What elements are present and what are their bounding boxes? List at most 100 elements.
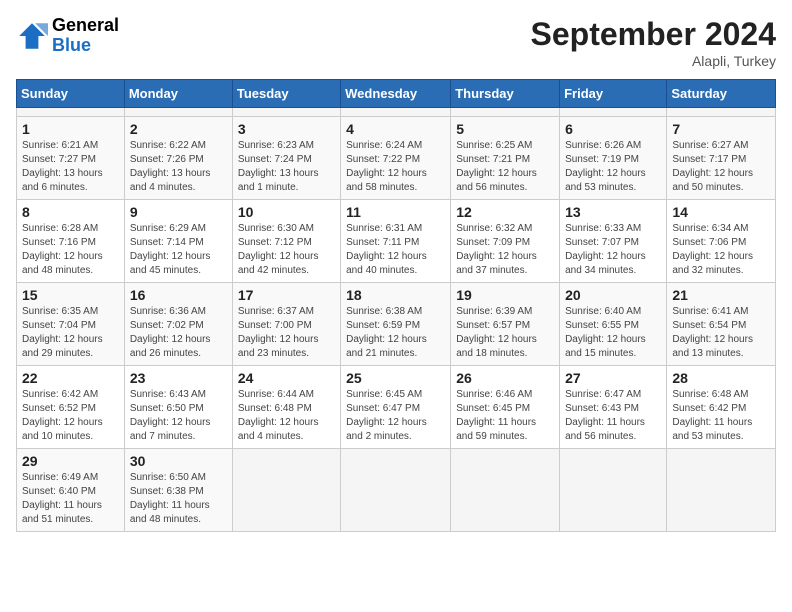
day-info: Sunrise: 6:43 AMSunset: 6:50 PMDaylight:… bbox=[130, 388, 227, 444]
calendar-week-row bbox=[17, 108, 776, 117]
day-number: 23 bbox=[130, 370, 227, 386]
calendar-day-cell: 2 Sunrise: 6:22 AMSunset: 7:26 PMDaylight… bbox=[124, 117, 232, 200]
day-number: 8 bbox=[22, 204, 119, 220]
calendar-day-cell: 25Sunrise: 6:45 AMSunset: 6:47 PMDayligh… bbox=[341, 366, 451, 449]
day-number: 17 bbox=[238, 287, 335, 303]
day-info: Sunrise: 6:25 AMSunset: 7:21 PMDaylight:… bbox=[456, 139, 554, 195]
day-info: Sunrise: 6:21 AMSunset: 7:27 PMDaylight:… bbox=[22, 139, 119, 195]
calendar-day-cell bbox=[451, 108, 560, 117]
day-number: 28 bbox=[672, 370, 770, 386]
calendar-week-row: 22 Sunrise: 6:42 AMSunset: 6:52 PMDayligh… bbox=[17, 366, 776, 449]
calendar-day-cell: 24 Sunrise: 6:44 AMSunset: 6:48 PMDayligh… bbox=[232, 366, 340, 449]
day-number: 22 bbox=[22, 370, 119, 386]
day-info: Sunrise: 6:39 AMSunset: 6:57 PMDaylight:… bbox=[456, 305, 554, 361]
calendar-day-cell: 13Sunrise: 6:33 AMSunset: 7:07 PMDayligh… bbox=[560, 200, 667, 283]
day-info: Sunrise: 6:40 AMSunset: 6:55 PMDaylight:… bbox=[565, 305, 661, 361]
day-info: Sunrise: 6:29 AMSunset: 7:14 PMDaylight:… bbox=[130, 222, 227, 278]
day-number: 2 bbox=[130, 121, 227, 137]
day-info: Sunrise: 6:42 AMSunset: 6:52 PMDaylight:… bbox=[22, 388, 119, 444]
calendar-day-cell: 4 Sunrise: 6:24 AMSunset: 7:22 PMDaylight… bbox=[341, 117, 451, 200]
calendar-day-cell: 9 Sunrise: 6:29 AMSunset: 7:14 PMDaylight… bbox=[124, 200, 232, 283]
day-info: Sunrise: 6:38 AMSunset: 6:59 PMDaylight:… bbox=[346, 305, 445, 361]
day-number: 6 bbox=[565, 121, 661, 137]
calendar-day-cell: 29Sunrise: 6:49 AMSunset: 6:40 PMDayligh… bbox=[17, 449, 125, 532]
logo-blue-text: Blue bbox=[52, 36, 119, 56]
day-number: 19 bbox=[456, 287, 554, 303]
day-info: Sunrise: 6:49 AMSunset: 6:40 PMDaylight:… bbox=[22, 471, 119, 527]
calendar-day-cell: 11 Sunrise: 6:31 AMSunset: 7:11 PMDayligh… bbox=[341, 200, 451, 283]
calendar-day-cell: 20 Sunrise: 6:40 AMSunset: 6:55 PMDayligh… bbox=[560, 283, 667, 366]
day-number: 4 bbox=[346, 121, 445, 137]
day-number: 20 bbox=[565, 287, 661, 303]
calendar-day-cell: 26Sunrise: 6:46 AMSunset: 6:45 PMDayligh… bbox=[451, 366, 560, 449]
calendar-week-row: 29Sunrise: 6:49 AMSunset: 6:40 PMDayligh… bbox=[17, 449, 776, 532]
day-number: 24 bbox=[238, 370, 335, 386]
day-number: 1 bbox=[22, 121, 119, 137]
day-of-week-header: Wednesday bbox=[341, 80, 451, 108]
day-info: Sunrise: 6:46 AMSunset: 6:45 PMDaylight:… bbox=[456, 388, 554, 444]
calendar-week-row: 8 Sunrise: 6:28 AMSunset: 7:16 PMDaylight… bbox=[17, 200, 776, 283]
calendar-day-cell: 21Sunrise: 6:41 AMSunset: 6:54 PMDayligh… bbox=[667, 283, 776, 366]
logo-icon bbox=[16, 20, 48, 52]
calendar-day-cell bbox=[124, 108, 232, 117]
calendar-day-cell: 10Sunrise: 6:30 AMSunset: 7:12 PMDayligh… bbox=[232, 200, 340, 283]
calendar-day-cell: 16 Sunrise: 6:36 AMSunset: 7:02 PMDayligh… bbox=[124, 283, 232, 366]
location-text: Alapli, Turkey bbox=[531, 53, 776, 69]
day-info: Sunrise: 6:23 AMSunset: 7:24 PMDaylight:… bbox=[238, 139, 335, 195]
day-info: Sunrise: 6:32 AMSunset: 7:09 PMDaylight:… bbox=[456, 222, 554, 278]
calendar-day-cell: 15 Sunrise: 6:35 AMSunset: 7:04 PMDayligh… bbox=[17, 283, 125, 366]
day-info: Sunrise: 6:48 AMSunset: 6:42 PMDaylight:… bbox=[672, 388, 770, 444]
day-info: Sunrise: 6:36 AMSunset: 7:02 PMDaylight:… bbox=[130, 305, 227, 361]
day-number: 16 bbox=[130, 287, 227, 303]
calendar-header-row: SundayMondayTuesdayWednesdayThursdayFrid… bbox=[17, 80, 776, 108]
day-info: Sunrise: 6:45 AMSunset: 6:47 PMDaylight:… bbox=[346, 388, 445, 444]
calendar-day-cell: 6Sunrise: 6:26 AMSunset: 7:19 PMDaylight… bbox=[560, 117, 667, 200]
day-number: 5 bbox=[456, 121, 554, 137]
day-of-week-header: Thursday bbox=[451, 80, 560, 108]
calendar-day-cell bbox=[451, 449, 560, 532]
calendar-day-cell: 18 Sunrise: 6:38 AMSunset: 6:59 PMDayligh… bbox=[341, 283, 451, 366]
calendar-day-cell: 23 Sunrise: 6:43 AMSunset: 6:50 PMDayligh… bbox=[124, 366, 232, 449]
logo-general-text: General bbox=[52, 16, 119, 36]
day-number: 3 bbox=[238, 121, 335, 137]
calendar-day-cell: 17 Sunrise: 6:37 AMSunset: 7:00 PMDayligh… bbox=[232, 283, 340, 366]
day-info: Sunrise: 6:31 AMSunset: 7:11 PMDaylight:… bbox=[346, 222, 445, 278]
day-info: Sunrise: 6:30 AMSunset: 7:12 PMDaylight:… bbox=[238, 222, 335, 278]
calendar-week-row: 1 Sunrise: 6:21 AMSunset: 7:27 PMDaylight… bbox=[17, 117, 776, 200]
calendar-day-cell: 12Sunrise: 6:32 AMSunset: 7:09 PMDayligh… bbox=[451, 200, 560, 283]
day-info: Sunrise: 6:37 AMSunset: 7:00 PMDaylight:… bbox=[238, 305, 335, 361]
calendar-day-cell bbox=[232, 108, 340, 117]
day-number: 15 bbox=[22, 287, 119, 303]
day-info: Sunrise: 6:22 AMSunset: 7:26 PMDaylight:… bbox=[130, 139, 227, 195]
calendar-table: SundayMondayTuesdayWednesdayThursdayFrid… bbox=[16, 79, 776, 532]
day-of-week-header: Friday bbox=[560, 80, 667, 108]
day-of-week-header: Tuesday bbox=[232, 80, 340, 108]
title-block: September 2024 Alapli, Turkey bbox=[531, 16, 776, 69]
day-info: Sunrise: 6:28 AMSunset: 7:16 PMDaylight:… bbox=[22, 222, 119, 278]
day-number: 11 bbox=[346, 204, 445, 220]
day-info: Sunrise: 6:24 AMSunset: 7:22 PMDaylight:… bbox=[346, 139, 445, 195]
day-of-week-header: Monday bbox=[124, 80, 232, 108]
day-info: Sunrise: 6:44 AMSunset: 6:48 PMDaylight:… bbox=[238, 388, 335, 444]
day-number: 27 bbox=[565, 370, 661, 386]
calendar-week-row: 15 Sunrise: 6:35 AMSunset: 7:04 PMDayligh… bbox=[17, 283, 776, 366]
day-of-week-header: Saturday bbox=[667, 80, 776, 108]
day-number: 13 bbox=[565, 204, 661, 220]
calendar-day-cell bbox=[232, 449, 340, 532]
calendar-day-cell: 1 Sunrise: 6:21 AMSunset: 7:27 PMDaylight… bbox=[17, 117, 125, 200]
day-number: 18 bbox=[346, 287, 445, 303]
calendar-day-cell: 14Sunrise: 6:34 AMSunset: 7:06 PMDayligh… bbox=[667, 200, 776, 283]
calendar-day-cell: 28 Sunrise: 6:48 AMSunset: 6:42 PMDayligh… bbox=[667, 366, 776, 449]
day-info: Sunrise: 6:35 AMSunset: 7:04 PMDaylight:… bbox=[22, 305, 119, 361]
calendar-day-cell: 27 Sunrise: 6:47 AMSunset: 6:43 PMDayligh… bbox=[560, 366, 667, 449]
calendar-day-cell bbox=[560, 108, 667, 117]
calendar-day-cell: 5 Sunrise: 6:25 AMSunset: 7:21 PMDaylight… bbox=[451, 117, 560, 200]
calendar-day-cell bbox=[560, 449, 667, 532]
day-number: 7 bbox=[672, 121, 770, 137]
day-number: 9 bbox=[130, 204, 227, 220]
day-of-week-header: Sunday bbox=[17, 80, 125, 108]
calendar-day-cell bbox=[17, 108, 125, 117]
calendar-day-cell bbox=[667, 449, 776, 532]
day-info: Sunrise: 6:47 AMSunset: 6:43 PMDaylight:… bbox=[565, 388, 661, 444]
day-info: Sunrise: 6:27 AMSunset: 7:17 PMDaylight:… bbox=[672, 139, 770, 195]
